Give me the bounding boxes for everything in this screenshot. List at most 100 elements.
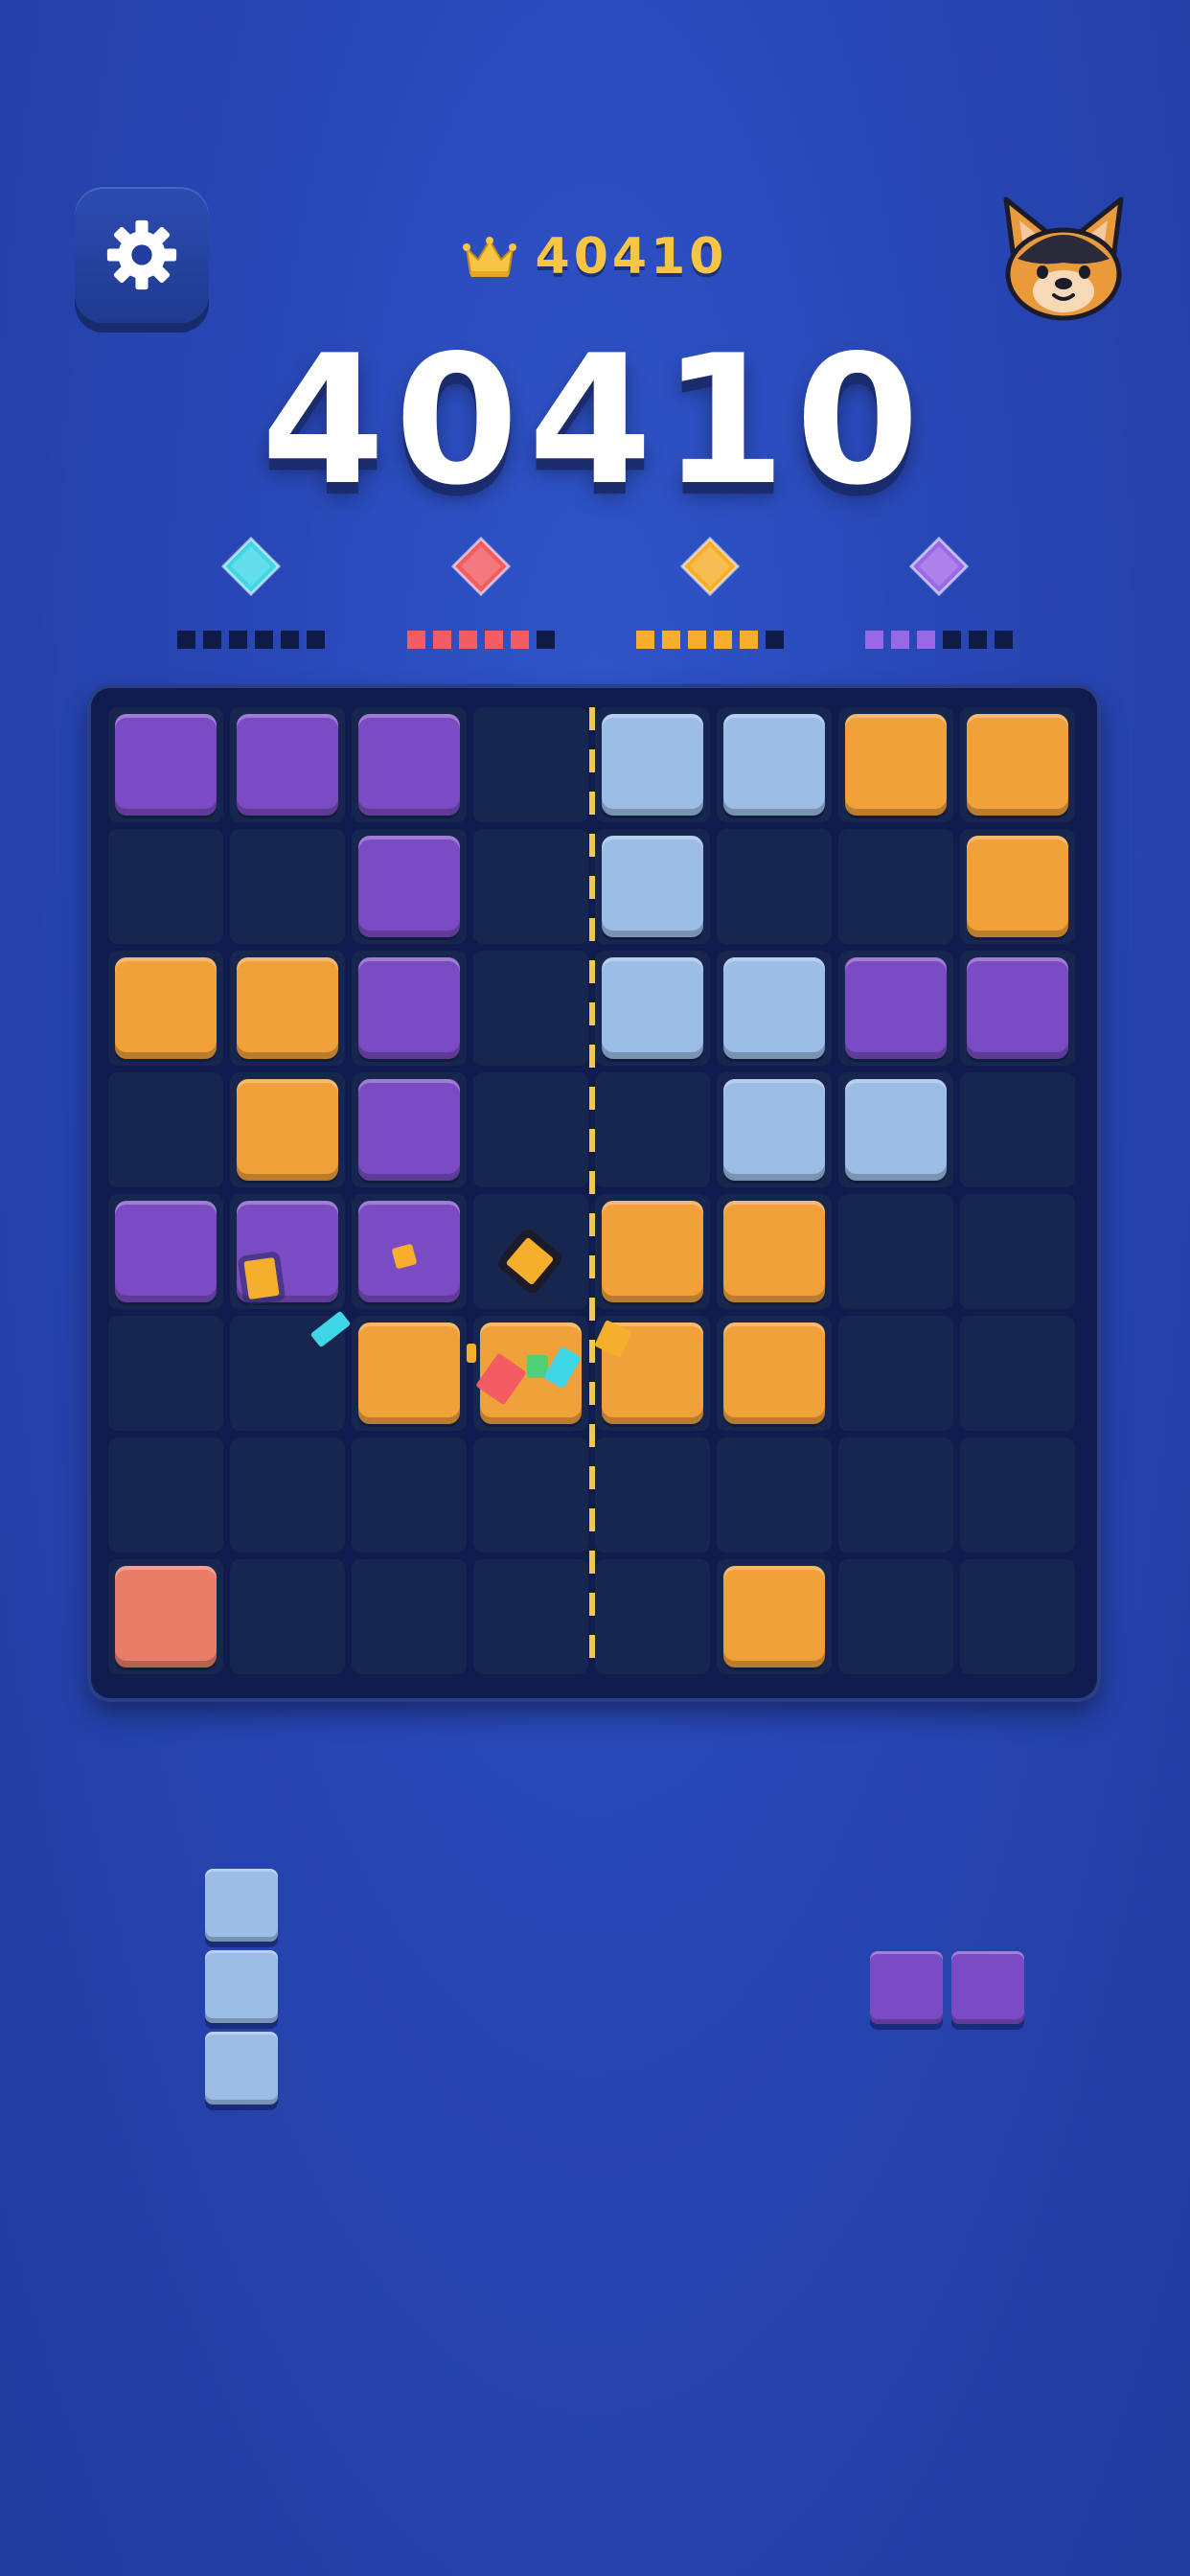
goal-progress	[853, 631, 1025, 649]
progress-pip-empty	[943, 631, 961, 649]
goal-purple	[853, 537, 1025, 649]
block-lightblue	[602, 957, 703, 1059]
block-purple	[115, 1201, 217, 1302]
goal-red	[395, 537, 567, 649]
board-cell[interactable]	[717, 829, 832, 944]
block-orange	[358, 1322, 460, 1424]
board-cell[interactable]	[595, 1072, 710, 1187]
progress-pip-empty	[203, 631, 221, 649]
board-divider-line	[589, 707, 595, 1677]
board-cell[interactable]	[838, 829, 953, 944]
block-lightblue	[723, 1079, 825, 1181]
board-cell[interactable]	[960, 1438, 1075, 1552]
block-orange	[115, 957, 217, 1059]
progress-pip-filled	[433, 631, 451, 649]
board-cell[interactable]	[595, 1438, 710, 1552]
progress-pip-filled	[485, 631, 503, 649]
goal-progress	[624, 631, 796, 649]
board-cell[interactable]	[473, 1559, 588, 1674]
progress-pip-empty	[969, 631, 987, 649]
tray-block	[870, 1951, 943, 2024]
progress-pip-empty	[307, 631, 325, 649]
block-purple	[845, 957, 947, 1059]
goal-cyan	[165, 537, 337, 649]
progress-pip-filled	[917, 631, 935, 649]
progress-pip-empty	[177, 631, 195, 649]
progress-pip-empty	[281, 631, 299, 649]
progress-pip-filled	[891, 631, 909, 649]
block-purple	[358, 836, 460, 937]
progress-pip-filled	[459, 631, 477, 649]
board-cell[interactable]	[473, 951, 588, 1066]
board-cell[interactable]	[960, 1194, 1075, 1309]
block-purple	[358, 957, 460, 1059]
progress-pip-filled	[662, 631, 680, 649]
block-lightblue	[723, 957, 825, 1059]
tray-block	[205, 1950, 278, 2023]
progress-pip-filled	[865, 631, 883, 649]
block-purple	[237, 714, 338, 816]
block-orange	[723, 1566, 825, 1668]
red-diamond-icon	[451, 537, 511, 596]
board-cell[interactable]	[108, 1316, 223, 1431]
tray-block	[205, 1869, 278, 1942]
goal-orange	[624, 537, 796, 649]
board-cell[interactable]	[108, 1438, 223, 1552]
board-cell[interactable]	[960, 1316, 1075, 1431]
board-cell[interactable]	[473, 1438, 588, 1552]
progress-pip-filled	[688, 631, 706, 649]
board-cell[interactable]	[960, 1072, 1075, 1187]
current-score: 40410	[261, 316, 929, 524]
progress-pip-filled	[740, 631, 758, 649]
board-cell[interactable]	[595, 1559, 710, 1674]
progress-pip-filled	[407, 631, 425, 649]
board-cell[interactable]	[230, 1559, 345, 1674]
block-orange	[237, 957, 338, 1059]
board-cell[interactable]	[352, 1438, 467, 1552]
particle	[467, 1344, 476, 1363]
orange-diamond-icon	[680, 537, 740, 596]
progress-pip-empty	[229, 631, 247, 649]
board-cell[interactable]	[838, 1438, 953, 1552]
block-lightblue	[723, 714, 825, 816]
progress-pip-empty	[995, 631, 1013, 649]
best-score-value: 40410	[535, 228, 728, 286]
board-cell[interactable]	[473, 1072, 588, 1187]
tray-block	[951, 1951, 1024, 2024]
board-cell[interactable]	[230, 829, 345, 944]
block-orange	[723, 1322, 825, 1424]
board-cell[interactable]	[352, 1559, 467, 1674]
board-cell[interactable]	[838, 1194, 953, 1309]
progress-pip-empty	[255, 631, 273, 649]
cyan-diamond-icon	[221, 537, 281, 596]
tray-block	[205, 2032, 278, 2104]
block-orange	[967, 714, 1068, 816]
game-board[interactable]	[91, 688, 1097, 1698]
particle	[243, 1256, 280, 1300]
board-cell[interactable]	[108, 1072, 223, 1187]
board-cell[interactable]	[108, 829, 223, 944]
board-cell[interactable]	[230, 1438, 345, 1552]
block-lightblue	[602, 836, 703, 937]
board-cell[interactable]	[838, 1316, 953, 1431]
dog-face-icon	[1003, 196, 1124, 321]
purple-diamond-icon	[909, 537, 969, 596]
goal-progress	[165, 631, 337, 649]
progress-pip-empty	[766, 631, 784, 649]
block-orange	[845, 714, 947, 816]
board-cell[interactable]	[960, 1559, 1075, 1674]
board-cell[interactable]	[473, 707, 588, 822]
block-purple	[358, 1079, 460, 1181]
progress-pip-filled	[511, 631, 529, 649]
board-cell[interactable]	[717, 1438, 832, 1552]
block-purple	[358, 714, 460, 816]
block-orange	[723, 1201, 825, 1302]
block-purple	[967, 957, 1068, 1059]
block-coral	[115, 1566, 217, 1668]
goal-progress	[395, 631, 567, 649]
block-orange	[967, 836, 1068, 937]
crown-icon	[462, 237, 516, 277]
progress-pip-filled	[636, 631, 654, 649]
board-cell[interactable]	[473, 829, 588, 944]
board-cell[interactable]	[838, 1559, 953, 1674]
